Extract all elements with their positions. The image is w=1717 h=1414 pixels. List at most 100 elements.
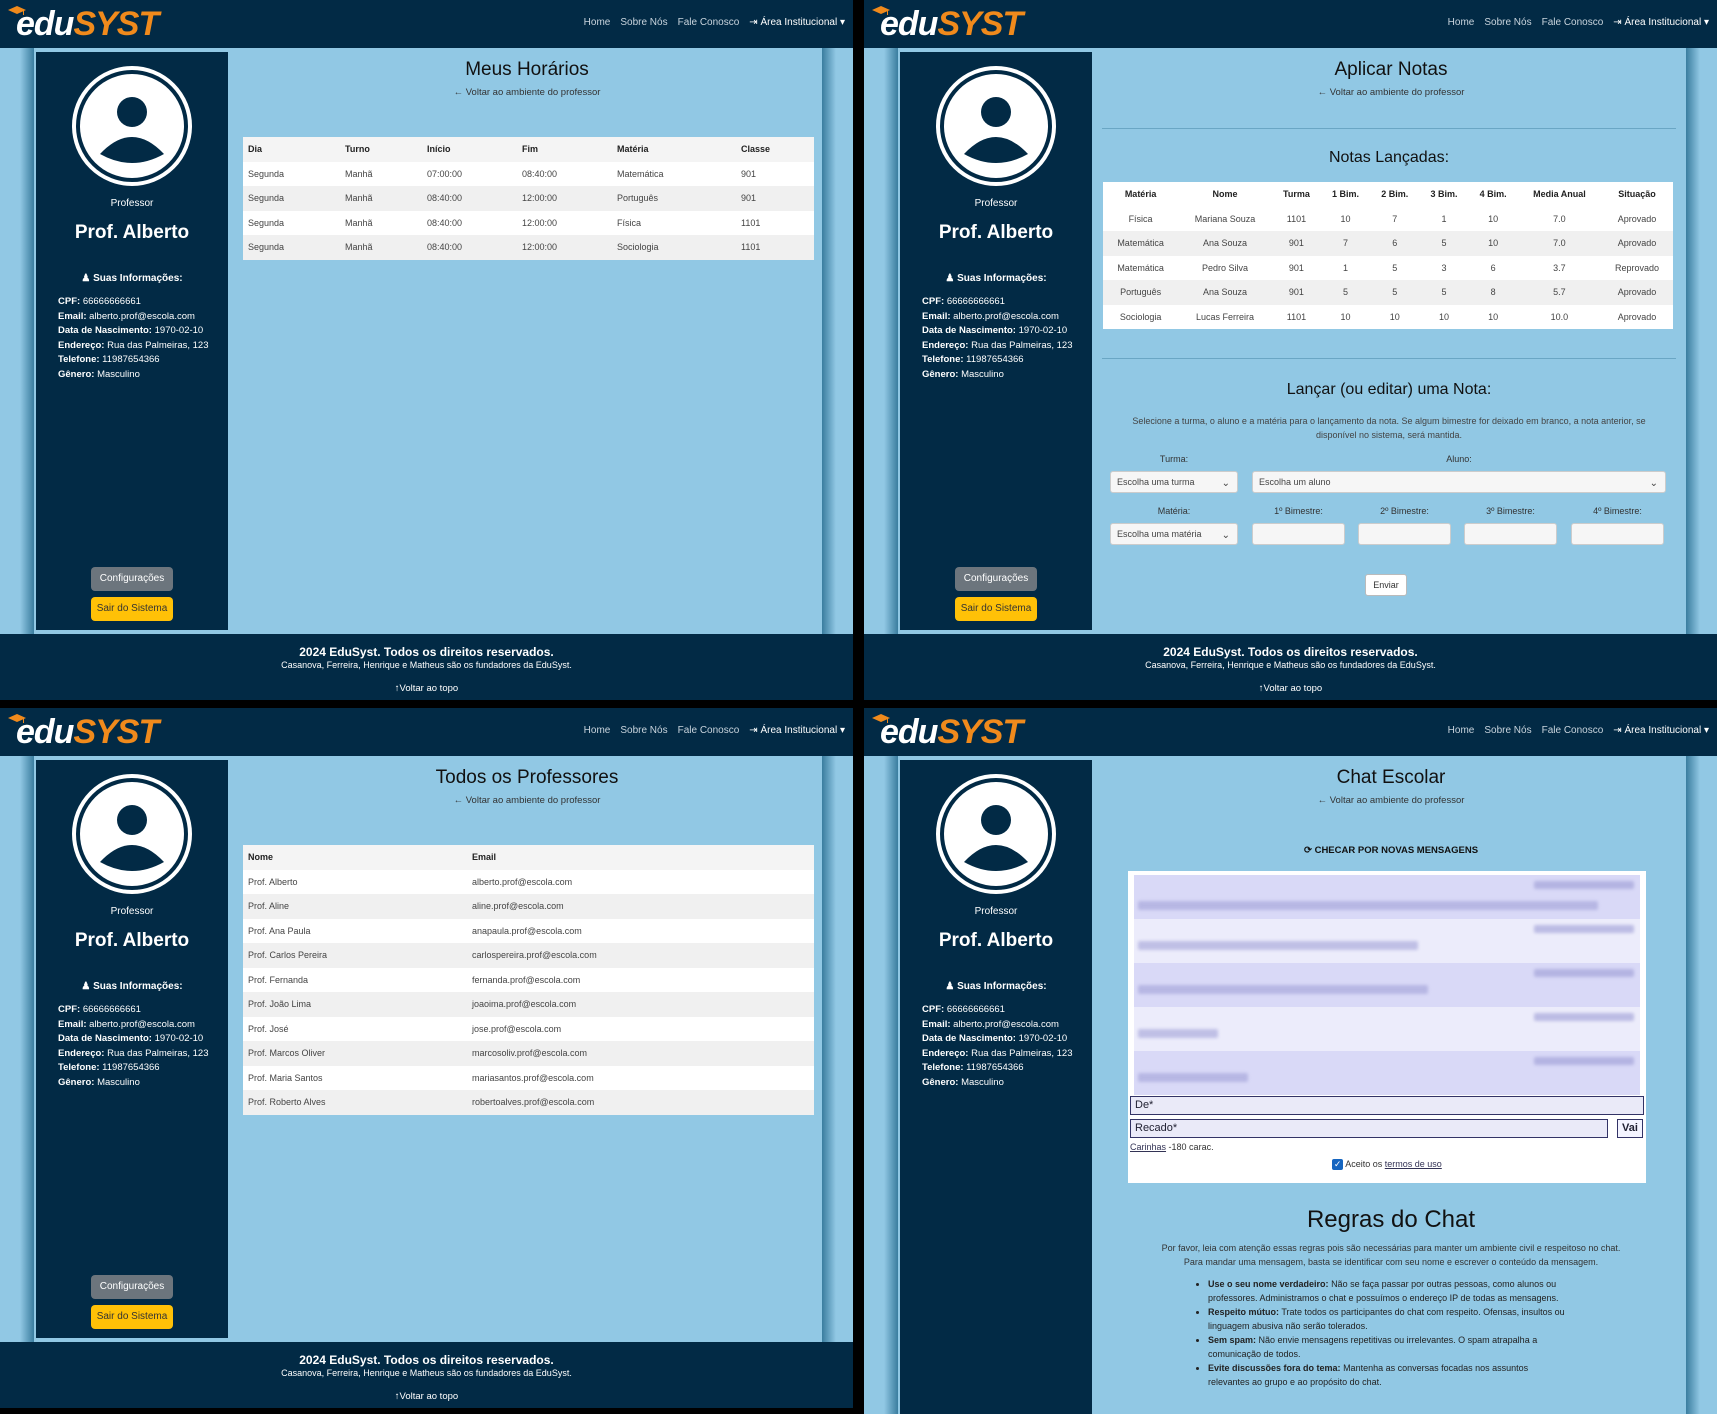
settings-button[interactable]: Configurações bbox=[91, 567, 173, 591]
materia-select[interactable]: Escolha uma matéria ⌄ bbox=[1110, 523, 1238, 545]
gender-value: Masculino bbox=[961, 1076, 1004, 1088]
settings-button[interactable]: Configurações bbox=[955, 567, 1037, 591]
address-label: Endereço: bbox=[58, 1047, 105, 1059]
chevron-down-icon: ⌄ bbox=[1221, 478, 1230, 489]
accept-terms-checkbox[interactable]: ✓ bbox=[1332, 1159, 1344, 1171]
back-link[interactable]: ← Voltar ao ambiente do professor bbox=[1096, 795, 1686, 806]
nav-institutional-dropdown[interactable]: ⇥ Área Institucional ▾ bbox=[749, 725, 845, 736]
table-cell: Ana Souza bbox=[1178, 231, 1272, 256]
smileys-link[interactable]: Carinhas bbox=[1130, 1142, 1166, 1152]
terms-link[interactable]: termos de uso bbox=[1385, 1159, 1442, 1169]
logout-button[interactable]: Sair do Sistema bbox=[955, 597, 1037, 621]
nav-home[interactable]: Home bbox=[1448, 725, 1475, 736]
back-link[interactable]: ← Voltar ao ambiente do professor bbox=[232, 87, 822, 98]
back-link-label: Voltar ao ambiente do professor bbox=[1329, 87, 1465, 98]
birth-value: 1970-02-10 bbox=[154, 1033, 204, 1044]
settings-button[interactable]: Configurações bbox=[91, 1275, 173, 1299]
b2-input[interactable] bbox=[1358, 523, 1451, 545]
aluno-select[interactable]: Escolha um aluno ⌄ bbox=[1252, 471, 1666, 493]
cpf-label: CPF: bbox=[58, 1004, 81, 1015]
column-header: Início bbox=[422, 137, 517, 162]
logout-button[interactable]: Sair do Sistema bbox=[91, 1305, 173, 1329]
nav-about[interactable]: Sobre Nós bbox=[620, 17, 667, 28]
nav-institutional-dropdown[interactable]: ⇥ Área Institucional ▾ bbox=[749, 17, 845, 28]
nav-about[interactable]: Sobre Nós bbox=[620, 725, 667, 736]
table-cell: 901 bbox=[1271, 255, 1321, 280]
nav-home[interactable]: Home bbox=[584, 725, 611, 736]
rules-list: Use o seu nome verdadeiro: Não se faça p… bbox=[1196, 1277, 1566, 1389]
avatar bbox=[72, 774, 192, 894]
turma-select-value: Escolha uma turma bbox=[1117, 477, 1195, 487]
gender-label: Gênero: bbox=[58, 1076, 95, 1088]
page-title: Meus Horários bbox=[465, 59, 589, 80]
nav-home[interactable]: Home bbox=[1448, 17, 1475, 28]
address-row: Endereço: Rua das Palmeiras, 123 bbox=[58, 1047, 209, 1062]
nav-contact[interactable]: Fale Conosco bbox=[1542, 17, 1604, 28]
rule-title: Evite discussões fora do tema: bbox=[1208, 1363, 1341, 1373]
b4-input[interactable] bbox=[1571, 523, 1664, 545]
logo[interactable]: eduSYST bbox=[8, 712, 159, 750]
nav-institutional-dropdown[interactable]: ⇥ Área Institucional ▾ bbox=[1613, 725, 1709, 736]
column-header: Fim bbox=[517, 137, 612, 162]
column-header: Matéria bbox=[612, 137, 736, 162]
send-button[interactable]: Enviar bbox=[1365, 574, 1407, 596]
b3-input[interactable] bbox=[1464, 523, 1557, 545]
back-to-top-link[interactable]: ↑Voltar ao topo bbox=[864, 683, 1717, 694]
table-cell: 5 bbox=[1370, 255, 1420, 280]
logo-text-edu: edu bbox=[880, 5, 938, 43]
table-cell: 5 bbox=[1370, 280, 1420, 305]
nav-about[interactable]: Sobre Nós bbox=[1484, 725, 1531, 736]
nav-about[interactable]: Sobre Nós bbox=[1484, 17, 1531, 28]
materia-label: Matéria: bbox=[1157, 506, 1191, 516]
table-row: Segunda Manhã 08:40:00 12:00:00 Sociologia 11… bbox=[243, 235, 814, 260]
table-row: Prof. José jose.prof@escola.com bbox=[243, 1016, 814, 1041]
address-value: Rua das Palmeiras, 123 bbox=[971, 1047, 1073, 1059]
back-link[interactable]: ← Voltar ao ambiente do professor bbox=[232, 795, 822, 806]
from-input[interactable]: De* bbox=[1130, 1096, 1644, 1115]
email-label: Email: bbox=[58, 310, 87, 322]
navbar: eduSYST Home Sobre Nós Fale Conosco ⇥ Ár… bbox=[0, 0, 853, 48]
table-cell: 1101 bbox=[736, 210, 814, 235]
table-row: Prof. João Lima joaoima.prof@escola.com bbox=[243, 992, 814, 1017]
form-description-line2: disponível no sistema, será mantida. bbox=[1315, 430, 1463, 440]
b1-input[interactable] bbox=[1252, 523, 1345, 545]
back-link-label: Voltar ao ambiente do professor bbox=[465, 795, 601, 806]
email-row: Email: alberto.prof@escola.com bbox=[922, 310, 1073, 325]
go-button[interactable]: Vai bbox=[1617, 1119, 1643, 1138]
back-link[interactable]: ← Voltar ao ambiente do professor bbox=[1096, 87, 1686, 98]
turma-select[interactable]: Escolha uma turma ⌄ bbox=[1110, 471, 1238, 493]
rules-intro-line1: Por favor, leia com atenção essas regras… bbox=[1161, 1243, 1621, 1253]
table-cell: Ana Souza bbox=[1178, 280, 1272, 305]
sign-in-icon: ⇥ bbox=[1613, 17, 1625, 28]
table-row: Prof. Marcos Oliver marcosoliv.prof@escol… bbox=[243, 1041, 814, 1066]
message-input[interactable]: Recado* bbox=[1130, 1119, 1608, 1138]
rule-text: Não envie mensagens repetitivas ou irrel… bbox=[1208, 1335, 1538, 1359]
nav-home[interactable]: Home bbox=[584, 17, 611, 28]
side-shadow-left bbox=[20, 48, 34, 640]
nav-contact[interactable]: Fale Conosco bbox=[678, 17, 740, 28]
info-header: ♟ Suas Informações: bbox=[36, 273, 228, 284]
nav-institutional-dropdown[interactable]: ⇥ Área Institucional ▾ bbox=[1613, 17, 1709, 28]
rule-item: Evite discussões fora do tema: Mantenha … bbox=[1208, 1361, 1566, 1389]
chevron-down-icon: ⌄ bbox=[1221, 530, 1230, 541]
column-header: Situação bbox=[1601, 182, 1673, 207]
logo-text-syst: SYST bbox=[937, 713, 1023, 751]
profile-role: Professor bbox=[110, 906, 154, 917]
logo[interactable]: eduSYST bbox=[872, 4, 1023, 43]
logout-button[interactable]: Sair do Sistema bbox=[91, 597, 173, 621]
table-cell: Mariana Souza bbox=[1178, 206, 1272, 231]
nav-contact[interactable]: Fale Conosco bbox=[678, 725, 740, 736]
back-to-top-link[interactable]: ↑Voltar ao topo bbox=[0, 1391, 853, 1402]
table-row: Prof. Roberto Alves robertoalves.prof@esc… bbox=[243, 1090, 814, 1115]
back-to-top-link[interactable]: ↑Voltar ao topo bbox=[0, 683, 853, 694]
table-cell: 08:40:00 bbox=[422, 186, 517, 211]
footer: 2024 EduSyst. Todos os direitos reservad… bbox=[0, 634, 853, 700]
cpf-value: 66666666661 bbox=[946, 1004, 1005, 1015]
table-cell: 7 bbox=[1320, 231, 1371, 256]
logo[interactable]: eduSYST bbox=[872, 712, 1023, 750]
caret-down-icon: ▾ bbox=[1701, 725, 1709, 736]
nav-contact[interactable]: Fale Conosco bbox=[1542, 725, 1604, 736]
table-cell: Segunda bbox=[243, 161, 340, 186]
refresh-messages-button[interactable]: ⟳ CHECAR POR NOVAS MENSAGENS bbox=[1096, 845, 1686, 856]
logo[interactable]: eduSYST bbox=[8, 4, 159, 42]
